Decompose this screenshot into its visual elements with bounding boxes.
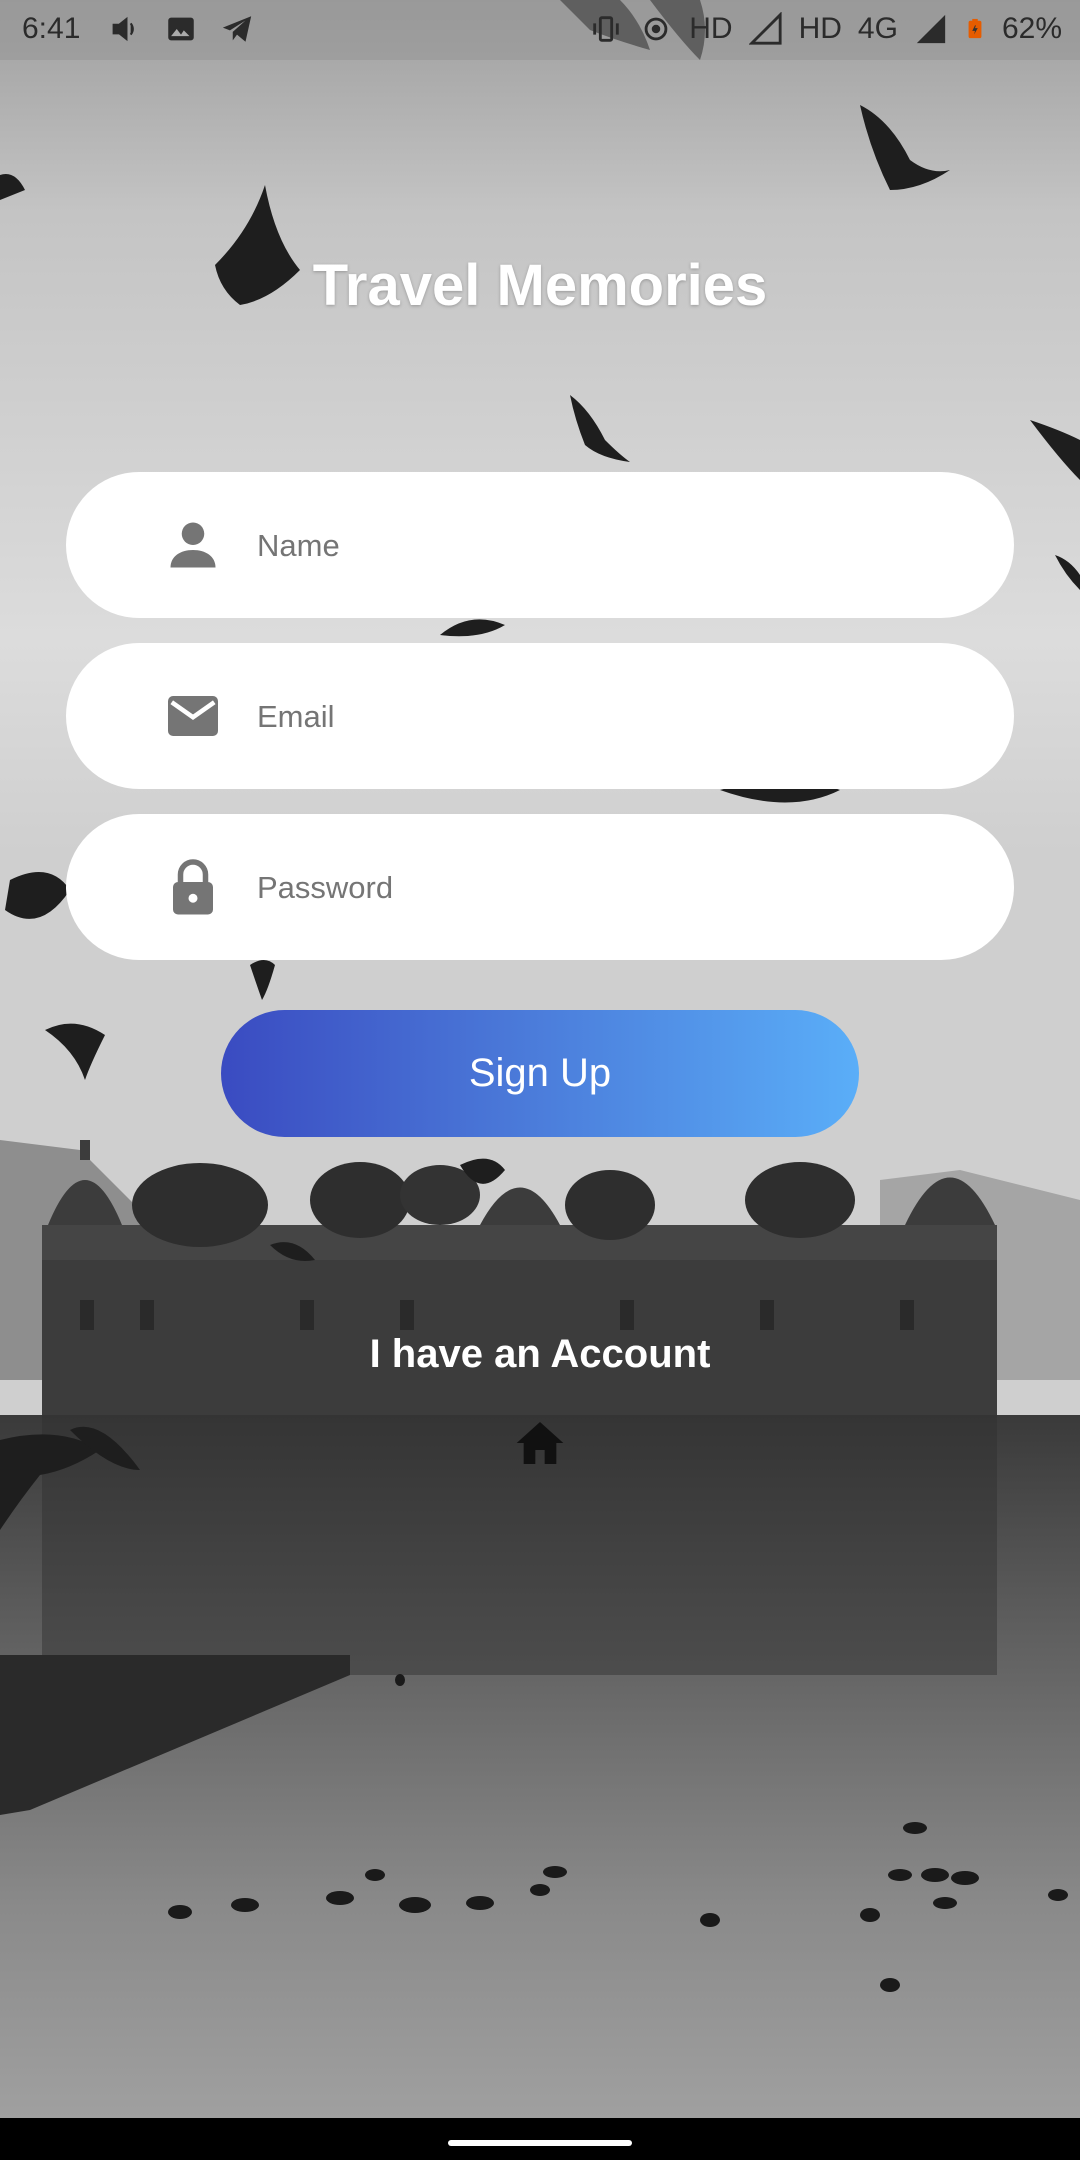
hotspot-icon — [644, 17, 668, 41]
telegram-icon — [222, 16, 252, 42]
network-hd-label-2: HD — [798, 12, 842, 45]
password-input[interactable] — [255, 852, 959, 924]
vibrate-icon — [593, 16, 619, 42]
status-bar: 6:41 HD HD 4G 62% — [0, 0, 1080, 60]
network-hd-label: HD — [689, 12, 733, 45]
home-icon[interactable] — [512, 1415, 568, 1471]
navigation-bar — [0, 2118, 1080, 2160]
gesture-handle[interactable] — [448, 2140, 632, 2146]
network-type-label: 4G — [857, 12, 898, 45]
status-notification-icons — [108, 12, 254, 46]
app-title: Travel Memories — [312, 253, 768, 318]
email-field[interactable] — [66, 643, 1014, 789]
password-field[interactable] — [66, 814, 1014, 960]
image-icon — [168, 17, 194, 41]
lock-icon — [163, 857, 223, 917]
sign-up-button[interactable]: Sign Up — [221, 1010, 859, 1137]
mail-icon — [163, 686, 223, 746]
volume-icon — [112, 16, 134, 42]
have-account-link[interactable]: I have an Account — [0, 1332, 1080, 1377]
status-time: 6:41 — [22, 12, 81, 45]
battery-icon — [968, 18, 982, 39]
person-icon — [163, 515, 223, 575]
status-system-icons: HD HD 4G 62% — [589, 12, 1062, 46]
signal-icon-2 — [916, 14, 946, 44]
battery-percent: 62% — [1001, 12, 1062, 45]
name-input[interactable] — [255, 510, 959, 582]
name-field[interactable] — [66, 472, 1014, 618]
email-input[interactable] — [255, 681, 959, 753]
signal-icon-1 — [748, 12, 782, 45]
